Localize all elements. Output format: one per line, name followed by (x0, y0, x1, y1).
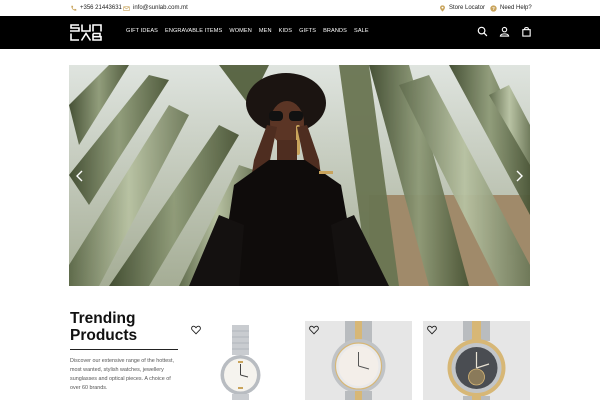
menu-item-brands[interactable]: BRANDS (323, 28, 347, 34)
bag-icon[interactable] (521, 26, 532, 37)
location-pin-icon (440, 4, 445, 12)
menu-item-gift-ideas[interactable]: GIFT IDEAS (126, 28, 158, 34)
menu-item-kids[interactable]: KIDS (279, 28, 292, 34)
product-card[interactable] (423, 321, 530, 400)
main-menu: GIFT IDEAS ENGRAVABLE ITEMS WOMEN MEN KI… (126, 28, 369, 34)
menu-item-sale[interactable]: SALE (354, 28, 369, 34)
email-link[interactable]: info@sunlab.com.mt (123, 4, 188, 12)
divider (70, 349, 178, 350)
phone-icon (71, 5, 77, 11)
trending-description: Discover our extensive range of the hott… (70, 358, 174, 391)
user-icon[interactable] (499, 26, 510, 37)
svg-text:?: ? (492, 6, 495, 11)
search-icon[interactable] (477, 26, 488, 37)
chevron-left-icon[interactable] (73, 169, 87, 183)
phone-number: +356 21443631 (80, 5, 122, 11)
store-locator-label: Store Locator (449, 5, 486, 11)
store-locator-link[interactable]: Store Locator (439, 4, 485, 12)
main-navigation: GIFT IDEAS ENGRAVABLE ITEMS WOMEN MEN KI… (0, 16, 600, 49)
trending-heading: Trending Products (70, 310, 190, 344)
product-card[interactable] (305, 321, 412, 400)
menu-item-engravable-items[interactable]: ENGRAVABLE ITEMS (165, 28, 222, 34)
trending-heading-line2: Products (70, 327, 138, 344)
need-help-label: Need Help? (500, 5, 532, 11)
product-card[interactable] (187, 321, 294, 400)
menu-item-men[interactable]: MEN (259, 28, 272, 34)
watch-image (447, 321, 506, 400)
need-help-link[interactable]: ? Need Help? (490, 4, 532, 12)
menu-item-women[interactable]: WOMEN (229, 28, 252, 34)
email-address: info@sunlab.com.mt (133, 5, 188, 11)
hero-banner[interactable] (69, 65, 530, 286)
top-contact-bar: +356 21443631 info@sunlab.com.mt Store L… (0, 0, 600, 16)
watch-image (331, 321, 386, 400)
hero-image (69, 65, 530, 286)
trending-heading-line1: Trending (70, 310, 136, 327)
watch-image (220, 325, 261, 400)
menu-item-gifts[interactable]: GIFTS (299, 28, 316, 34)
phone-link[interactable]: +356 21443631 (70, 4, 122, 12)
chevron-right-icon[interactable] (512, 169, 526, 183)
help-icon: ? (490, 4, 497, 12)
nav-icon-group (477, 26, 532, 37)
email-icon (123, 5, 130, 11)
sunlab-logo[interactable] (69, 23, 114, 42)
